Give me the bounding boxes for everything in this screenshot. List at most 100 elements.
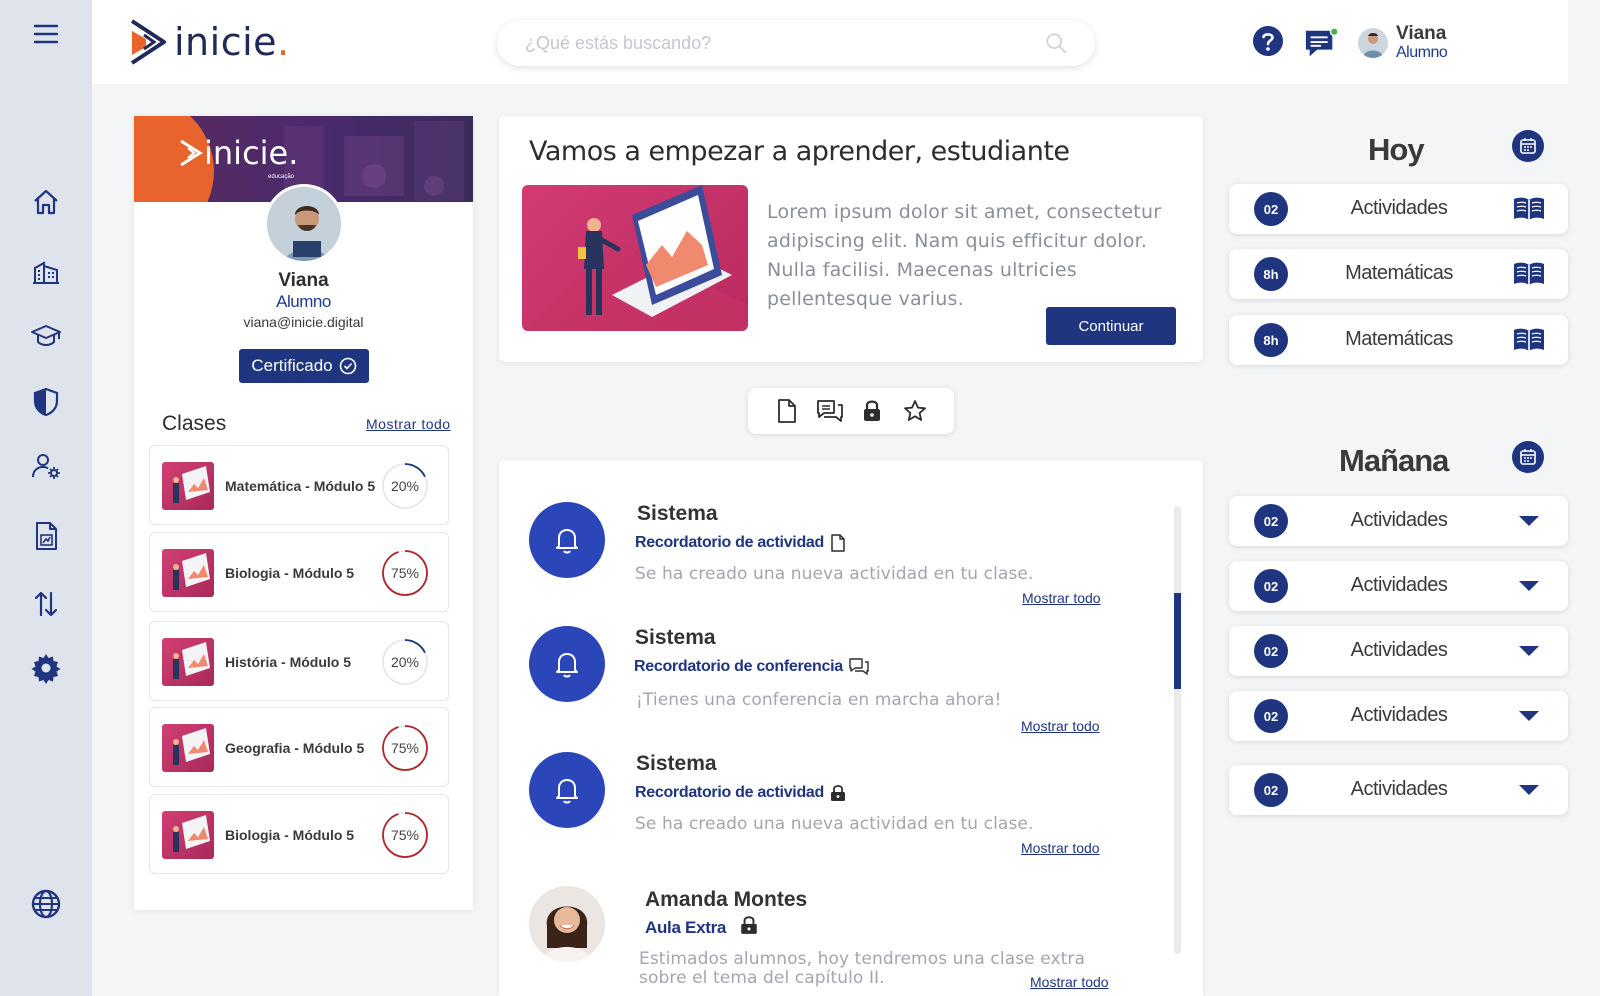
activity-badge: 8h (1254, 323, 1288, 357)
notification-subtitle-text: Recordatorio de actividad (635, 534, 824, 551)
class-progress-label: 20% (390, 478, 420, 494)
classes-title: Clases (162, 412, 227, 435)
notification-show-all-link[interactable]: Mostrar todo (1030, 974, 1109, 990)
notification-item: Sistema Recordatorio de actividad Se ha … (499, 490, 1159, 610)
gear-icon[interactable] (22, 644, 70, 692)
class-item[interactable]: Biologia - Módulo 5 75% (149, 532, 449, 612)
activity-label: Matemáticas (1345, 328, 1453, 350)
chat-filter-button[interactable] (816, 397, 844, 425)
notification-subtitle: Recordatorio de conferencia (634, 658, 869, 676)
user-settings-icon[interactable] (22, 442, 70, 490)
document-filter-button[interactable] (773, 397, 801, 425)
class-item[interactable]: Geografia - Módulo 5 75% (149, 707, 449, 787)
class-item[interactable]: Biologia - Módulo 5 75% (149, 794, 449, 874)
menu-icon[interactable] (22, 10, 70, 58)
class-item[interactable]: História - Módulo 5 20% (149, 621, 449, 701)
welcome-card: Vamos a empezar a aprender, estudiante L… (499, 116, 1203, 362)
calendar-icon (1520, 449, 1536, 465)
search-icon[interactable] (1045, 32, 1067, 54)
today-activity-row[interactable]: 02 Actividades (1229, 184, 1568, 234)
class-thumbnail (162, 462, 214, 510)
notification-message-line: Estimados alumnos, hoy tendremos una cla… (639, 949, 1086, 969)
today-calendar-button[interactable] (1512, 130, 1544, 162)
activity-label: Actividades (1350, 639, 1448, 661)
tomorrow-activity-row[interactable]: 02 Actividades (1229, 626, 1568, 676)
building-icon[interactable] (22, 248, 70, 296)
certificate-button[interactable]: Certificado (239, 349, 369, 383)
activity-badge: 02 (1254, 569, 1288, 603)
notification-subtitle-text: Recordatorio de actividad (635, 784, 824, 801)
shield-icon[interactable] (22, 378, 70, 426)
notification-subtitle: Recordatorio de actividad (635, 534, 846, 552)
scrollbar-track[interactable] (1174, 506, 1181, 954)
today-activity-row[interactable]: 8h Matemáticas (1229, 315, 1568, 365)
notification-message: Se ha creado una nueva actividad en tu c… (635, 814, 1034, 834)
star-icon (903, 400, 926, 421)
tomorrow-title: Mañana (1339, 443, 1449, 478)
activity-label: Actividades (1350, 574, 1448, 596)
scrollbar-thumb[interactable] (1174, 593, 1181, 689)
class-thumbnail (162, 638, 214, 686)
class-label: Matemática - Módulo 5 (225, 478, 376, 494)
messages-icon[interactable] (1304, 26, 1338, 60)
classes-show-all-link[interactable]: Mostrar todo (366, 416, 451, 432)
class-thumbnail (162, 549, 214, 597)
report-document-icon[interactable] (22, 512, 70, 560)
class-progress-label: 75% (390, 827, 420, 843)
class-item[interactable]: Matemática - Módulo 5 20% (149, 445, 449, 525)
sort-arrows-icon[interactable] (22, 580, 70, 628)
class-progress-label: 20% (390, 654, 420, 670)
user-menu[interactable]: Viana Alumno (1358, 24, 1448, 62)
chevron-down-icon (1519, 711, 1539, 721)
graduation-cap-icon[interactable] (22, 312, 70, 360)
search-bar (497, 20, 1095, 66)
today-activity-row[interactable]: 8h Matemáticas (1229, 249, 1568, 299)
chevron-down-icon (1519, 785, 1539, 795)
tomorrow-activity-row[interactable]: 02 Actividades (1229, 561, 1568, 611)
welcome-title: Vamos a empezar a aprender, estudiante (529, 136, 1070, 167)
tomorrow-activity-row[interactable]: 02 Actividades (1229, 765, 1568, 815)
notification-show-all-link[interactable]: Mostrar todo (1021, 840, 1100, 856)
welcome-text: Lorem ipsum dolor sit amet, consectetur … (767, 201, 1162, 310)
profile-name: Viana (278, 270, 329, 291)
notification-show-all-link[interactable]: Mostrar todo (1022, 590, 1101, 606)
continue-button[interactable]: Continuar (1046, 307, 1176, 345)
chevron-down-icon (1519, 516, 1539, 526)
search-input[interactable] (525, 32, 1045, 54)
activity-badge: 02 (1254, 699, 1288, 733)
class-progress-label: 75% (390, 740, 420, 756)
brand-mark-icon (180, 139, 203, 167)
brand-logo[interactable]: inicie. (128, 14, 290, 70)
class-thumbnail (162, 811, 214, 859)
certificate-label: Certificado (251, 356, 333, 375)
profile-email: viana@inicie.digital (243, 314, 364, 330)
chat-icon (816, 400, 843, 422)
class-label: História - Módulo 5 (225, 654, 351, 670)
chevron-down-icon (1519, 646, 1539, 656)
class-progress-label: 75% (390, 565, 420, 581)
lock-filter-button[interactable] (858, 397, 886, 425)
avatar (1358, 28, 1388, 58)
class-label: Geografia - Módulo 5 (225, 740, 365, 756)
sidebar (0, 0, 92, 996)
chevron-down-icon (1519, 581, 1539, 591)
home-icon[interactable] (22, 178, 70, 226)
banner-subtitle: educação (268, 174, 295, 180)
tomorrow-activity-row[interactable]: 02 Actividades (1229, 691, 1568, 741)
help-icon[interactable] (1251, 24, 1285, 58)
notification-message: Estimados alumnos, hoy tendremos una cla… (639, 950, 1085, 988)
notification-subtitle-text: Aula Extra (645, 918, 727, 937)
notification-message: ¡Tienes una conferencia en marcha ahora! (636, 690, 1002, 710)
bell-icon (529, 502, 605, 578)
notification-title: Sistema (637, 502, 718, 525)
tomorrow-calendar-button[interactable] (1512, 441, 1544, 473)
notification-title: Amanda Montes (645, 888, 808, 911)
notification-subtitle: Aula Extra (645, 916, 758, 938)
lock-icon (831, 785, 845, 801)
profile-card: inicie. educação Viana Alumno viana@inic… (134, 116, 473, 910)
notification-show-all-link[interactable]: Mostrar todo (1021, 718, 1100, 734)
favorite-filter-button[interactable] (901, 397, 929, 425)
sender-avatar (529, 886, 605, 962)
tomorrow-activity-row[interactable]: 02 Actividades (1229, 496, 1568, 546)
globe-icon[interactable] (22, 880, 70, 928)
